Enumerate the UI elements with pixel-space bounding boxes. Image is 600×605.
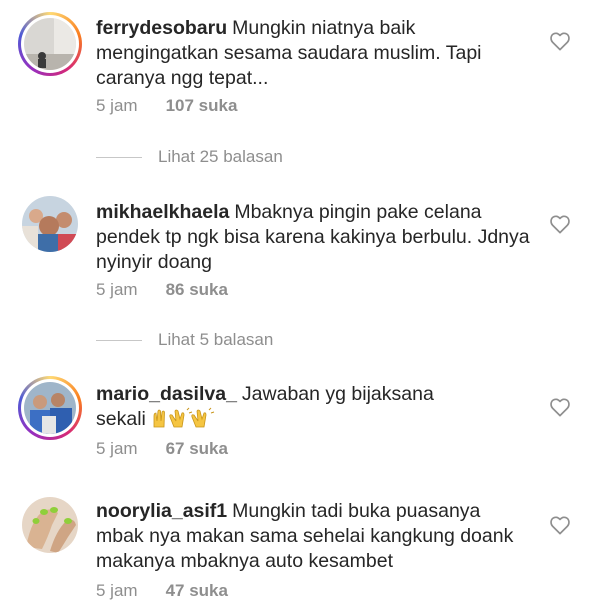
comment-username[interactable]: noorylia_asif1	[96, 500, 227, 522]
comment-likes[interactable]: 107 suka	[166, 96, 238, 116]
avatar-container[interactable]	[18, 192, 82, 256]
comment-time: 5 jam	[96, 439, 138, 458]
comment-username[interactable]: mikhaelkhaela	[96, 201, 229, 223]
comment-username[interactable]: ferrydesobaru	[96, 17, 227, 39]
comment-text: mario_dasilva_ Jawaban yg bijaksana sekal…	[96, 382, 536, 436]
comment-body-line1: Mungkin tadi buka puasanya	[232, 500, 481, 522]
avatar	[22, 196, 78, 252]
comment-meta: 5 jam 47 suka	[96, 581, 228, 601]
heart-outline-icon[interactable]	[549, 214, 571, 234]
comment-body: mengingatkan sesama saudara muslim. Tapi…	[96, 42, 482, 89]
clap-emoji-icon	[151, 407, 217, 436]
avatar	[24, 18, 76, 70]
view-replies-button[interactable]: Lihat 5 balasan	[96, 330, 273, 350]
comment-body: sekali	[96, 408, 146, 430]
view-replies-label: Lihat 25 balasan	[158, 147, 283, 166]
comment-body-line1: Mbaknya pingin pake celana	[234, 201, 482, 223]
divider	[96, 339, 142, 341]
avatar-container[interactable]	[18, 493, 82, 557]
comment-text: ferrydesobaru Mungkin niatnya baik mengin…	[96, 16, 536, 91]
comment-time: 5 jam	[96, 96, 138, 115]
comment-likes[interactable]: 67 suka	[166, 439, 228, 459]
comment-time: 5 jam	[96, 581, 138, 600]
comment-body-line1: Jawaban yg bijaksana	[241, 383, 434, 405]
heart-outline-icon[interactable]	[549, 397, 571, 417]
view-replies-button[interactable]: Lihat 25 balasan	[96, 147, 283, 167]
heart-outline-icon[interactable]	[549, 31, 571, 51]
comment-likes[interactable]: 47 suka	[166, 581, 228, 601]
comment-meta: 5 jam 67 suka	[96, 439, 228, 459]
comment-likes[interactable]: 86 suka	[166, 280, 228, 300]
avatar	[22, 497, 78, 553]
comment-text: noorylia_asif1 Mungkin tadi buka puasanya…	[96, 499, 536, 574]
avatar	[24, 382, 76, 434]
comment-username[interactable]: mario_dasilva_	[96, 383, 237, 405]
comment-body-line1: Mungkin niatnya baik	[232, 17, 416, 39]
avatar-story-ring[interactable]	[18, 12, 82, 76]
divider	[96, 156, 142, 158]
comment-text: mikhaelkhaela Mbaknya pingin pake celana …	[96, 200, 536, 275]
heart-outline-icon[interactable]	[549, 515, 571, 535]
view-replies-label: Lihat 5 balasan	[158, 330, 274, 349]
comment-body: pendek tp ngk bisa karena kakinya berbul…	[96, 226, 530, 273]
avatar-story-ring[interactable]	[18, 376, 82, 440]
comment-meta: 5 jam 86 suka	[96, 280, 228, 300]
comment-time: 5 jam	[96, 280, 138, 299]
comment-body: mbak nya makan sama sehelai kangkung doa…	[96, 525, 514, 572]
comment-meta: 5 jam 107 suka	[96, 96, 237, 116]
